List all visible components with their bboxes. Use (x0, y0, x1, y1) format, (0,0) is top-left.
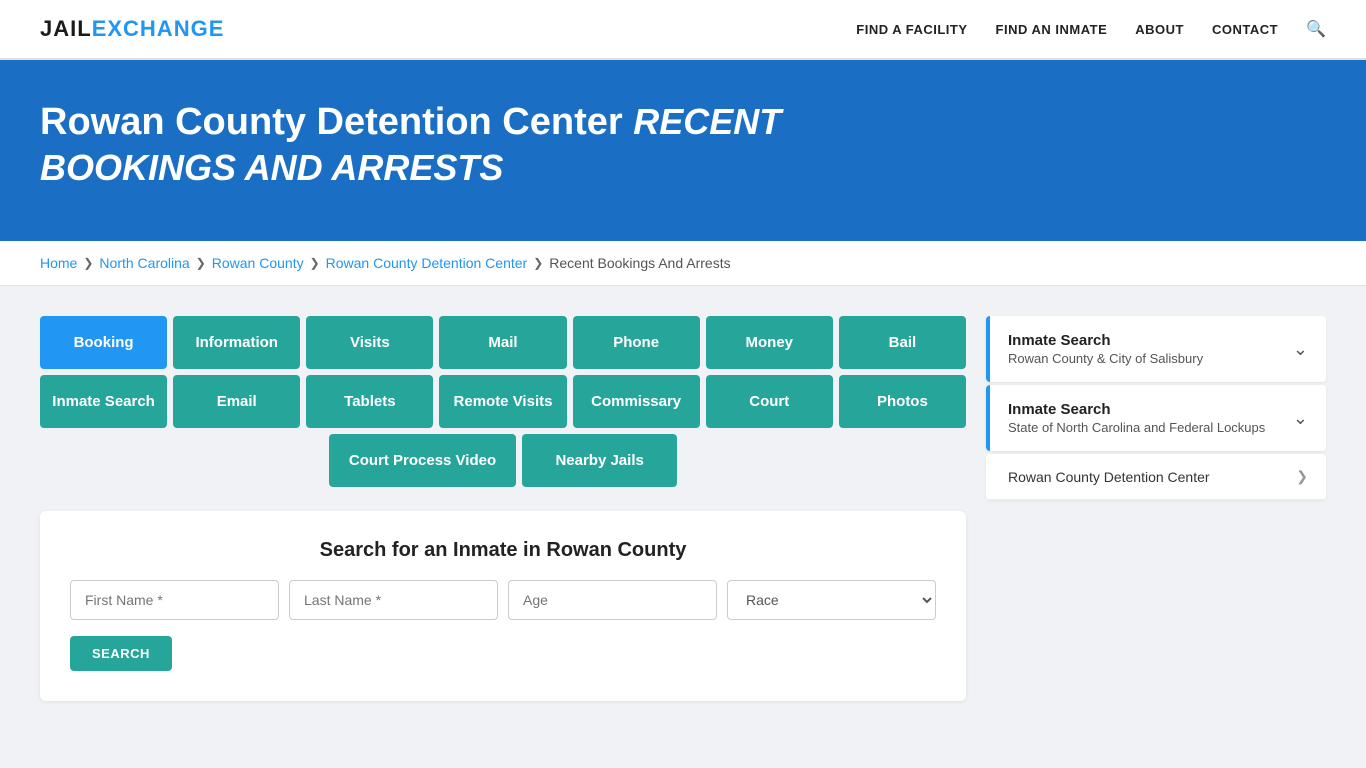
tabs-row-2: Inmate Search Email Tablets Remote Visit… (40, 375, 966, 428)
site-header: JAILEXCHANGE FIND A FACILITY FIND AN INM… (0, 0, 1366, 60)
tab-nearby-jails[interactable]: Nearby Jails (522, 434, 677, 487)
tab-phone[interactable]: Phone (573, 316, 700, 369)
search-button[interactable]: SEARCH (70, 636, 172, 671)
breadcrumb-rowan[interactable]: Rowan County (212, 255, 304, 271)
tab-money[interactable]: Money (706, 316, 833, 369)
breadcrumb-sep-2: ❯ (196, 256, 206, 270)
sidebar-card-2-text: Inmate Search State of North Carolina an… (1008, 401, 1265, 435)
nav-find-facility[interactable]: FIND A FACILITY (856, 22, 967, 37)
sidebar-card-1-title: Inmate Search (1008, 332, 1203, 349)
chevron-down-icon-2: ⌄ (1293, 408, 1308, 429)
tabs-container: Booking Information Visits Mail Phone Mo… (40, 316, 966, 487)
hero-section: Rowan County Detention Center RECENT BOO… (0, 60, 1366, 241)
breadcrumb-current: Recent Bookings And Arrests (549, 255, 730, 271)
breadcrumb-home[interactable]: Home (40, 255, 77, 271)
inmate-search-form: Search for an Inmate in Rowan County Rac… (40, 511, 966, 701)
age-input[interactable] (508, 580, 717, 620)
logo-jail: JAIL (40, 16, 92, 41)
sidebar-card-2-subtitle: State of North Carolina and Federal Lock… (1008, 420, 1265, 435)
tab-inmate-search[interactable]: Inmate Search (40, 375, 167, 428)
tab-booking[interactable]: Booking (40, 316, 167, 369)
tab-commissary[interactable]: Commissary (573, 375, 700, 428)
main-nav: FIND A FACILITY FIND AN INMATE ABOUT CON… (856, 19, 1326, 39)
tab-bail[interactable]: Bail (839, 316, 966, 369)
tab-email[interactable]: Email (173, 375, 300, 428)
tabs-row-3: Court Process Video Nearby Jails (40, 434, 966, 487)
sidebar-card-1: Inmate Search Rowan County & City of Sal… (986, 316, 1326, 382)
sidebar-inmate-search-rowan[interactable]: Inmate Search Rowan County & City of Sal… (986, 316, 1326, 382)
sidebar-card-1-text: Inmate Search Rowan County & City of Sal… (1008, 332, 1203, 366)
site-logo[interactable]: JAILEXCHANGE (40, 16, 224, 42)
tab-mail[interactable]: Mail (439, 316, 566, 369)
tab-remote-visits[interactable]: Remote Visits (439, 375, 566, 428)
page-title: Rowan County Detention Center RECENT BOO… (40, 100, 940, 191)
nav-contact[interactable]: CONTACT (1212, 22, 1278, 37)
breadcrumb-sep-1: ❯ (83, 256, 93, 270)
sidebar-card-3: Rowan County Detention Center ❯ (986, 454, 1326, 500)
right-sidebar: Inmate Search Rowan County & City of Sal… (986, 316, 1326, 701)
last-name-input[interactable] (289, 580, 498, 620)
breadcrumb: Home ❯ North Carolina ❯ Rowan County ❯ R… (0, 241, 1366, 286)
sidebar-card-2: Inmate Search State of North Carolina an… (986, 385, 1326, 451)
sidebar-inmate-search-nc[interactable]: Inmate Search State of North Carolina an… (986, 385, 1326, 451)
tab-tablets[interactable]: Tablets (306, 375, 433, 428)
search-title: Search for an Inmate in Rowan County (70, 539, 936, 562)
sidebar-card-1-subtitle: Rowan County & City of Salisbury (1008, 351, 1203, 366)
chevron-right-icon-3: ❯ (1296, 468, 1308, 485)
nav-about[interactable]: ABOUT (1135, 22, 1184, 37)
tab-court[interactable]: Court (706, 375, 833, 428)
sidebar-card-2-title: Inmate Search (1008, 401, 1265, 418)
race-select[interactable]: Race (727, 580, 936, 620)
left-panel: Booking Information Visits Mail Phone Mo… (40, 316, 966, 701)
tabs-row-1: Booking Information Visits Mail Phone Mo… (40, 316, 966, 369)
sidebar-card-3-title: Rowan County Detention Center (1008, 469, 1210, 485)
logo-exchange: EXCHANGE (92, 16, 225, 41)
search-fields: Race (70, 580, 936, 620)
tab-court-process-video[interactable]: Court Process Video (329, 434, 516, 487)
main-content: Booking Information Visits Mail Phone Mo… (0, 286, 1366, 731)
tab-visits[interactable]: Visits (306, 316, 433, 369)
nav-find-inmate[interactable]: FIND AN INMATE (996, 22, 1108, 37)
breadcrumb-sep-3: ❯ (310, 256, 320, 270)
tab-photos[interactable]: Photos (839, 375, 966, 428)
breadcrumb-sep-4: ❯ (533, 256, 543, 270)
tab-information[interactable]: Information (173, 316, 300, 369)
chevron-down-icon-1: ⌄ (1293, 339, 1308, 360)
breadcrumb-nc[interactable]: North Carolina (99, 255, 189, 271)
sidebar-rowan-detention[interactable]: Rowan County Detention Center ❯ (986, 454, 1326, 500)
search-icon[interactable]: 🔍 (1306, 19, 1326, 39)
first-name-input[interactable] (70, 580, 279, 620)
breadcrumb-detention[interactable]: Rowan County Detention Center (326, 255, 528, 271)
